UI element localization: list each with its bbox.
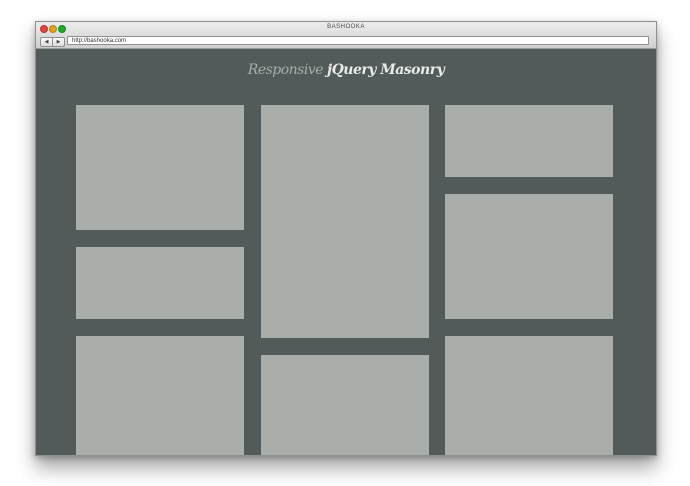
masonry-tile[interactable] [445, 105, 613, 177]
address-bar[interactable]: http://bashooka.com [67, 36, 649, 45]
browser-window: BASHOOKA ◀ ▶ http://bashooka.com Respons… [35, 21, 657, 456]
masonry-tile[interactable] [445, 336, 613, 455]
page-content: Responsive jQuery Masonry [36, 49, 656, 455]
masonry-tile[interactable] [76, 105, 244, 230]
masonry-tile[interactable] [76, 336, 244, 455]
masonry-tile[interactable] [261, 105, 429, 338]
window-title: BASHOOKA [327, 24, 365, 30]
forward-button[interactable]: ▶ [52, 37, 65, 47]
page-title-bold: jQuery Masonry [327, 62, 445, 78]
masonry-tile[interactable] [445, 194, 613, 319]
page-title: Responsive jQuery Masonry [36, 62, 656, 78]
page-title-light: Responsive [247, 62, 327, 78]
masonry-tile[interactable] [76, 247, 244, 319]
masonry-tile[interactable] [261, 355, 429, 455]
browser-toolbar: BASHOOKA ◀ ▶ http://bashooka.com [36, 22, 656, 49]
